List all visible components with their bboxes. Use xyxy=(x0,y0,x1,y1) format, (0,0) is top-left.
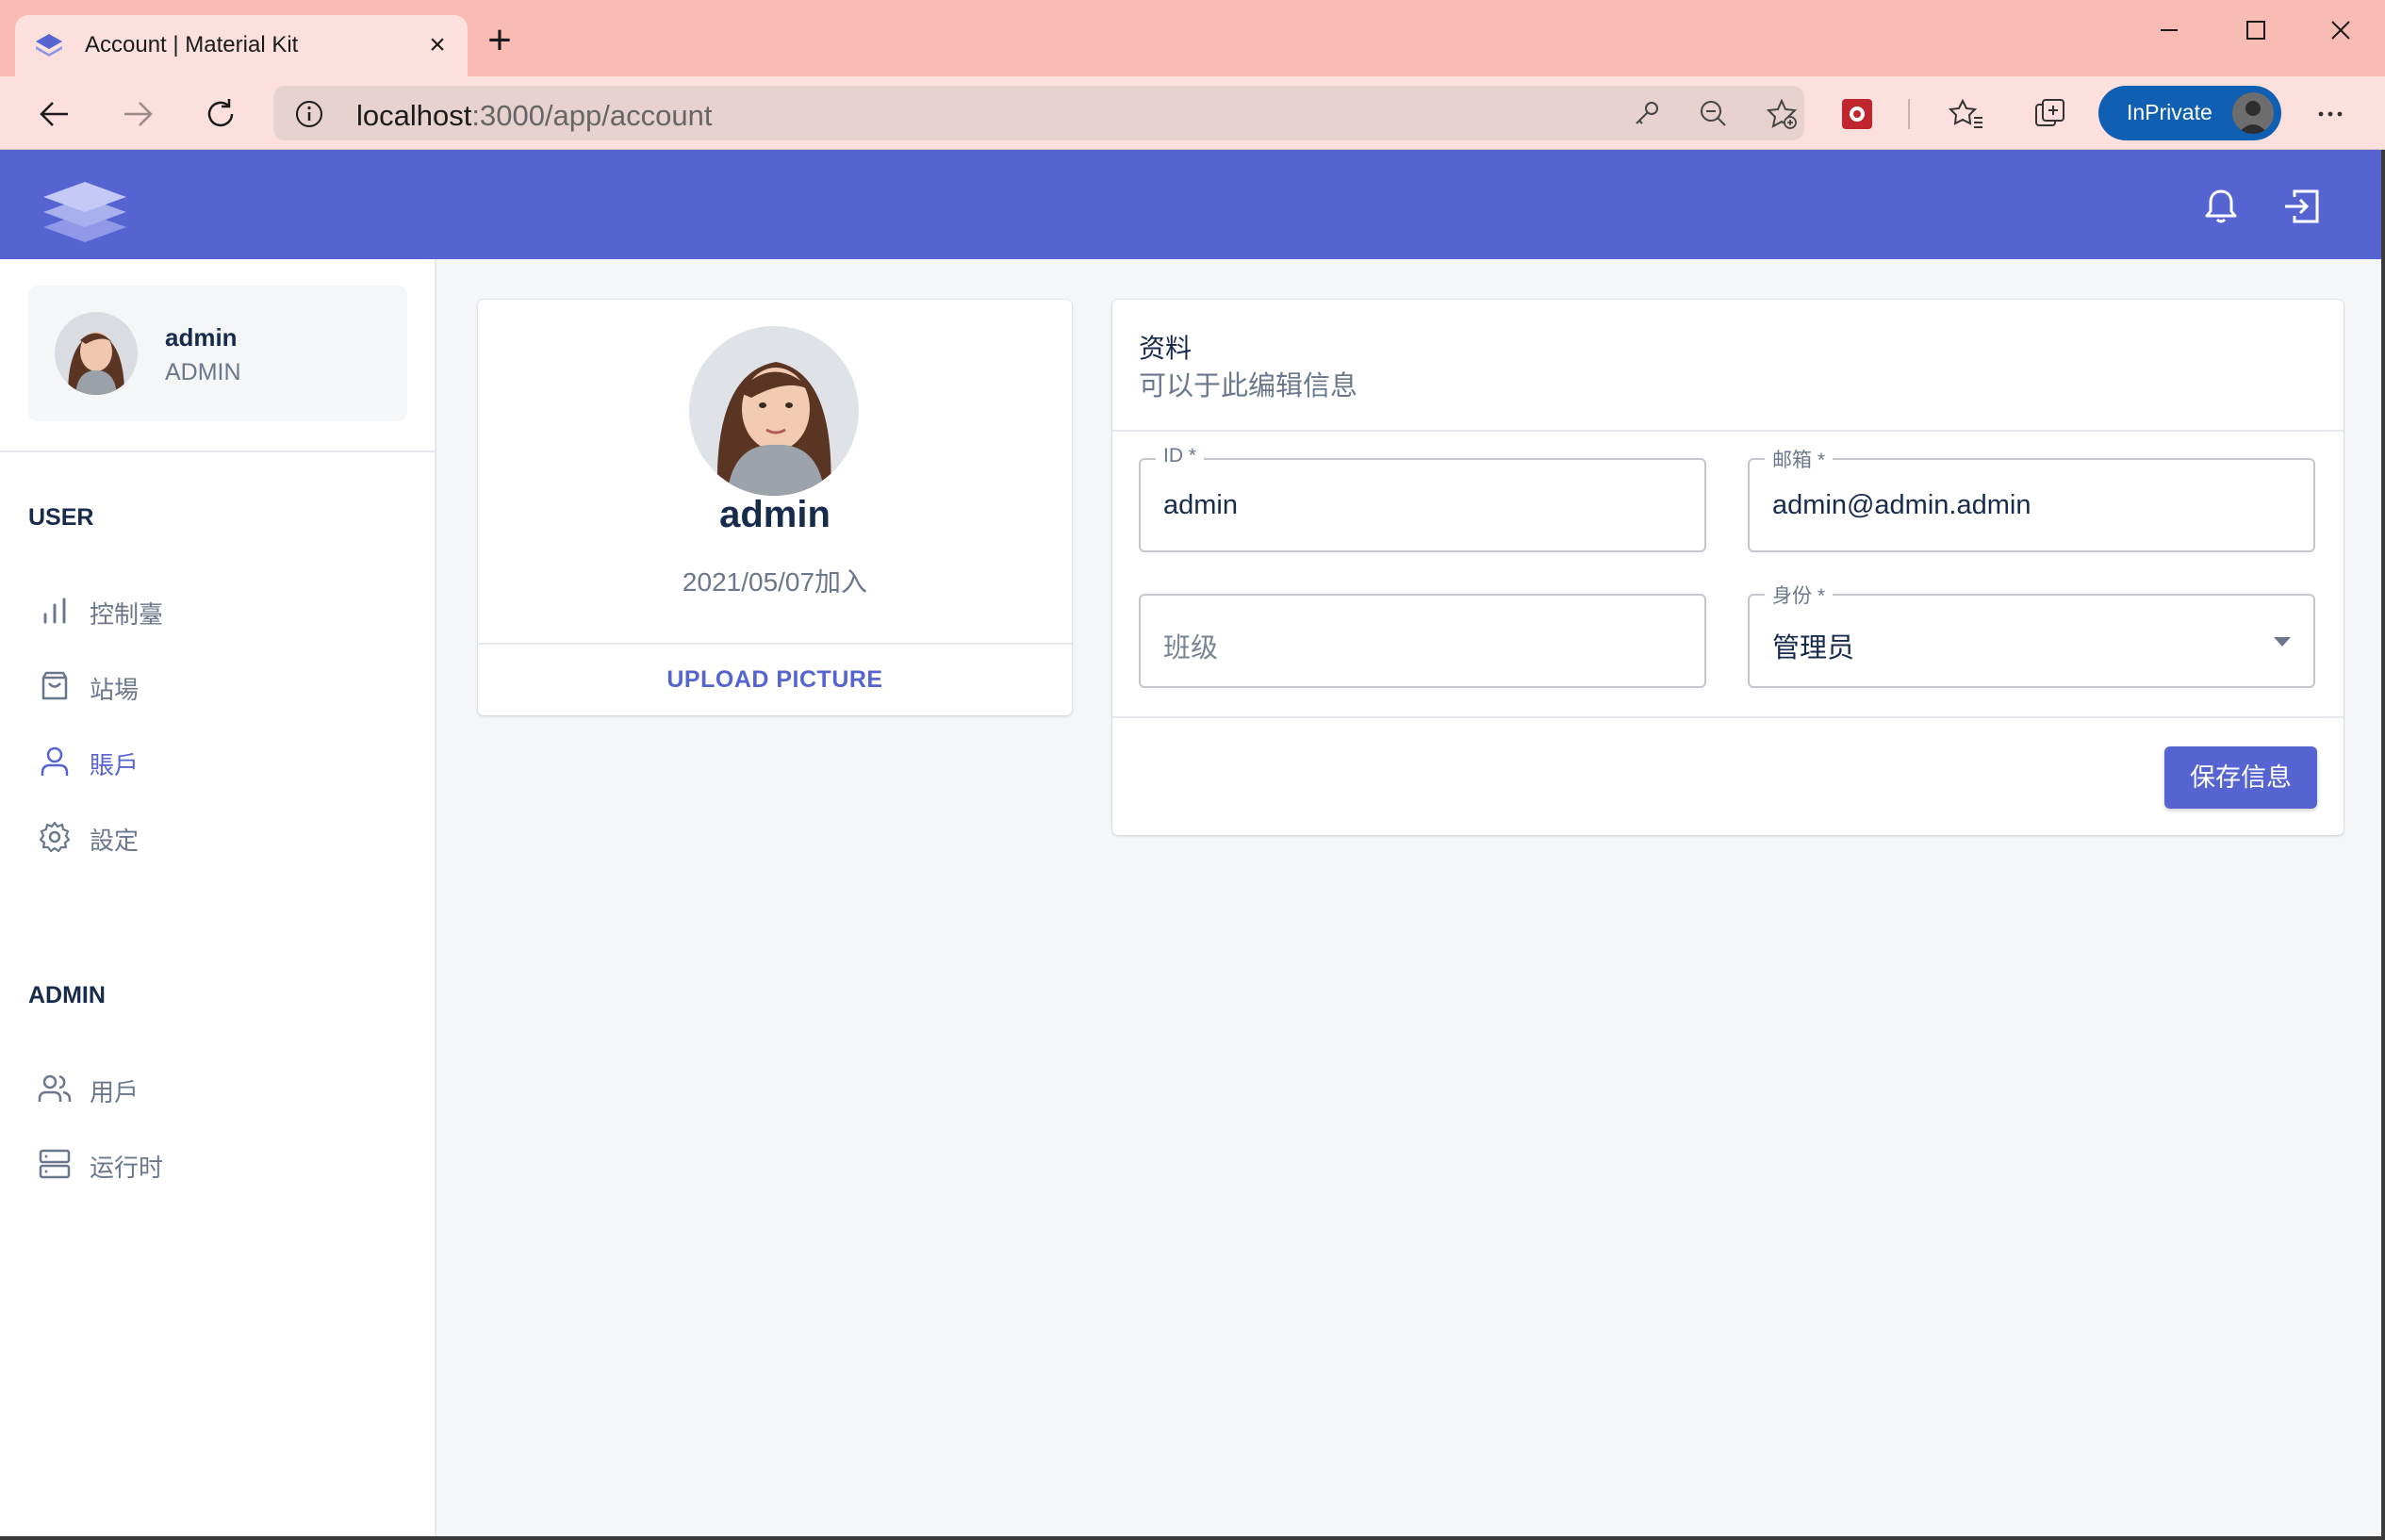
minimize-icon[interactable] xyxy=(2140,9,2196,51)
url-text[interactable]: localhost:3000/app/account xyxy=(356,99,712,133)
settings-icon xyxy=(39,821,71,853)
address-bar[interactable]: localhost:3000/app/account xyxy=(273,86,1804,140)
id-field-value: admin xyxy=(1163,490,1238,520)
close-window-icon[interactable] xyxy=(2311,9,2368,51)
role-select[interactable]: 身份 * 管理员 xyxy=(1748,581,2315,688)
sidebar-item-market[interactable]: 站場 xyxy=(38,658,405,714)
add-favorite-icon[interactable] xyxy=(1765,97,1799,131)
user-icon xyxy=(41,746,69,776)
profile-name: admin xyxy=(719,494,831,535)
class-field[interactable]: 班级 xyxy=(1139,594,1706,688)
sidebar-item-label: 运行时 xyxy=(90,1154,164,1182)
collections-icon[interactable] xyxy=(2031,95,2068,133)
url-host: localhost xyxy=(356,99,472,132)
key-icon[interactable] xyxy=(1629,97,1663,131)
sidebar-user-card[interactable]: admin ADMIN xyxy=(28,286,407,421)
url-path: :3000/app/account xyxy=(471,99,713,132)
chevron-down-icon[interactable] xyxy=(2274,637,2291,647)
sidebar-item-label: 站場 xyxy=(90,676,140,704)
profile-details-card: 资料 可以于此编辑信息 ID * admin 邮箱 * admin@admin.… xyxy=(1112,300,2344,835)
details-subtitle: 可以于此编辑信息 xyxy=(1139,371,1358,401)
window-border xyxy=(0,1536,2385,1540)
browser-tab[interactable]: Account | Material Kit × xyxy=(15,15,468,76)
profile-card: admin 2021/05/07加入 UPLOAD PICTURE xyxy=(478,300,1072,715)
bell-icon[interactable] xyxy=(2200,186,2242,227)
sidebar-item-label: 設定 xyxy=(90,827,140,855)
inprivate-button[interactable]: InPrivate xyxy=(2098,86,2281,140)
sidebar-divider xyxy=(0,451,435,452)
new-tab-icon[interactable]: + xyxy=(481,20,518,61)
zoom-out-icon[interactable] xyxy=(1697,97,1731,131)
role-select-label: 身份 * xyxy=(1765,581,1834,609)
sidebar: admin ADMIN USER 控制臺 站場 賬戶 設定 ADMIN 用戶 运… xyxy=(0,259,436,1540)
sidebar-user-name: admin xyxy=(165,323,238,352)
forward-icon[interactable] xyxy=(115,91,160,137)
browser-tabstrip: Account | Material Kit × + xyxy=(0,0,2385,76)
sidebar-item-settings[interactable]: 設定 xyxy=(38,809,405,865)
email-field[interactable]: 邮箱 * admin@admin.admin xyxy=(1748,445,2315,552)
app-topbar xyxy=(0,150,2385,259)
sidebar-item-account[interactable]: 賬戶 xyxy=(38,733,405,790)
details-title: 资料 xyxy=(1139,334,1192,363)
users-icon xyxy=(38,1074,72,1102)
material-kit-favicon-icon xyxy=(36,34,62,57)
sidebar-item-users[interactable]: 用戶 xyxy=(38,1060,405,1117)
profile-avatar xyxy=(689,326,859,496)
sidebar-item-label: 賬戶 xyxy=(90,751,140,779)
save-button[interactable]: 保存信息 xyxy=(2164,746,2317,809)
email-field-label: 邮箱 * xyxy=(1765,445,1834,473)
sidebar-item-dashboard[interactable]: 控制臺 xyxy=(38,582,405,639)
email-field-value: admin@admin.admin xyxy=(1772,490,2031,520)
logo-icon[interactable] xyxy=(38,169,132,244)
section-label-user: USER xyxy=(28,504,94,531)
tab-close-icon[interactable]: × xyxy=(420,28,454,62)
role-select-value: 管理员 xyxy=(1772,633,1855,664)
maximize-icon[interactable] xyxy=(2227,9,2283,51)
inprivate-label: InPrivate xyxy=(2127,100,2212,124)
browser-toolbar: localhost:3000/app/account InPrivate xyxy=(0,76,2385,150)
toolbar-separator xyxy=(1908,99,1910,129)
shopping-bag-icon xyxy=(41,671,68,700)
avatar xyxy=(55,312,138,395)
card-divider xyxy=(478,643,1072,645)
window-border xyxy=(2381,150,2385,1540)
refresh-icon[interactable] xyxy=(198,91,243,137)
id-field-label: ID * xyxy=(1156,445,1205,467)
logout-icon[interactable] xyxy=(2281,186,2323,227)
server-icon xyxy=(39,1149,71,1179)
card-divider xyxy=(1112,716,2344,718)
sidebar-user-role: ADMIN xyxy=(165,359,241,385)
bar-chart-icon xyxy=(43,598,66,624)
section-label-admin: ADMIN xyxy=(28,982,106,1008)
site-info-icon[interactable] xyxy=(294,99,324,129)
favorites-icon[interactable] xyxy=(1948,95,1985,133)
id-field[interactable]: ID * admin xyxy=(1139,445,1706,552)
sidebar-item-label: 控制臺 xyxy=(90,600,164,629)
sidebar-item-runtime[interactable]: 运行时 xyxy=(38,1136,405,1192)
more-options-icon[interactable] xyxy=(2311,95,2349,133)
profile-joined-date: 2021/05/07加入 xyxy=(682,567,868,597)
profile-avatar-icon xyxy=(2232,92,2274,134)
sidebar-item-label: 用戶 xyxy=(90,1078,140,1106)
extension-icon[interactable] xyxy=(1838,95,1876,133)
back-icon[interactable] xyxy=(32,91,77,137)
class-field-placeholder: 班级 xyxy=(1163,633,1219,664)
card-divider xyxy=(1112,430,2344,432)
tab-title: Account | Material Kit xyxy=(85,32,299,57)
upload-picture-button[interactable]: UPLOAD PICTURE xyxy=(478,653,1072,706)
